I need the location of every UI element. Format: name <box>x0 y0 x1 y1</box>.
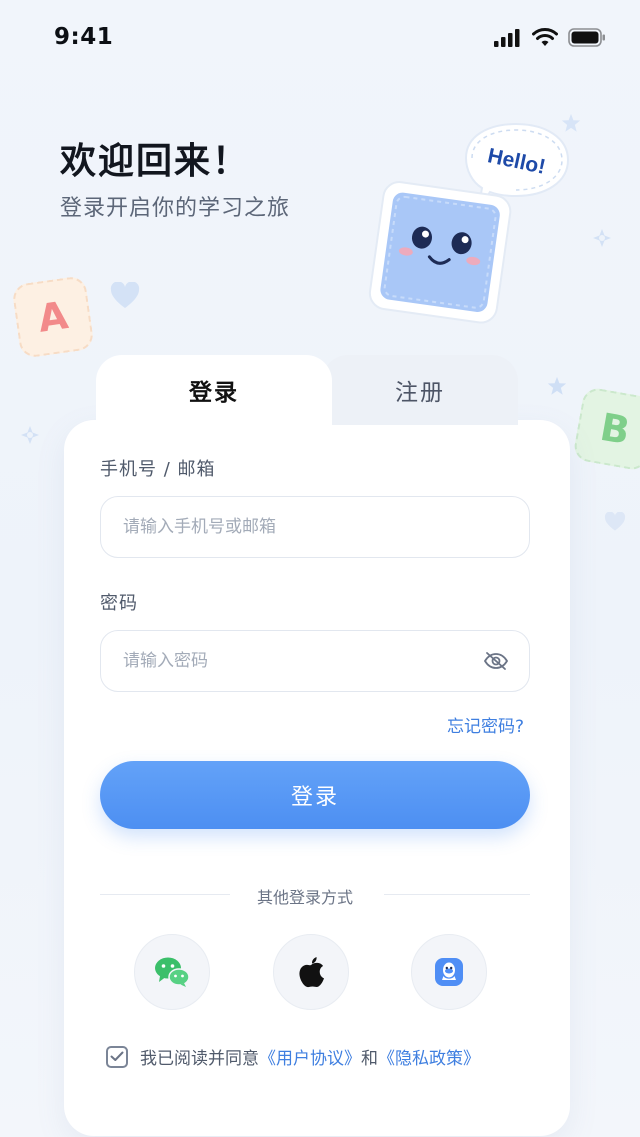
status-bar: 9:41 <box>0 0 640 76</box>
mascot-character <box>368 181 512 324</box>
qq-icon <box>435 958 463 986</box>
other-login-label: 其他登录方式 <box>256 888 353 907</box>
account-input-box <box>100 496 530 558</box>
checkmark-icon <box>110 1051 124 1061</box>
sparkle-icon <box>593 229 611 247</box>
mascot-illustration: Hello! <box>368 122 570 324</box>
eye-off-icon <box>483 652 509 670</box>
qq-login-button[interactable] <box>411 934 487 1010</box>
login-button[interactable]: 登录 <box>100 761 530 829</box>
page-subtitle: 登录开启你的学习之旅 <box>60 196 291 221</box>
toggle-password-visibility-button[interactable] <box>483 651 509 671</box>
apple-login-button[interactable] <box>273 934 349 1010</box>
signal-icon <box>494 28 520 47</box>
sparkle-icon <box>21 426 39 444</box>
letter-b-decoration: B <box>572 386 640 472</box>
wifi-icon <box>532 28 558 46</box>
battery-icon <box>568 28 605 47</box>
wechat-login-button[interactable] <box>134 934 210 1010</box>
tab-login[interactable]: 登录 <box>96 355 332 425</box>
forgot-password-link[interactable]: 忘记密码? <box>447 712 524 737</box>
letter-a-decoration: A <box>11 275 95 359</box>
password-input-box <box>100 630 530 692</box>
privacy-policy-link[interactable]: 《隐私政策》 <box>378 1049 480 1069</box>
account-input[interactable] <box>123 517 509 537</box>
agreement-row: 我已阅读并同意《用户协议》和《隐私政策》 <box>106 1044 480 1069</box>
tab-register[interactable]: 注册 <box>322 355 518 425</box>
heart-icon <box>604 512 626 531</box>
page-title: 欢迎回来！ <box>60 141 251 182</box>
agreement-text: 我已阅读并同意《用户协议》和《隐私政策》 <box>140 1044 480 1069</box>
heart-icon <box>110 282 140 308</box>
agreement-and: 和 <box>361 1049 378 1069</box>
wechat-icon <box>155 957 190 987</box>
apple-icon <box>299 957 324 988</box>
account-field-label: 手机号 / 邮箱 <box>100 459 216 480</box>
agreement-prefix: 我已阅读并同意 <box>140 1049 259 1069</box>
status-time: 9:41 <box>54 24 114 50</box>
user-agreement-link[interactable]: 《用户协议》 <box>259 1049 361 1069</box>
auth-tabs: 注册 登录 <box>96 355 536 425</box>
agreement-checkbox[interactable] <box>106 1045 128 1068</box>
password-input[interactable] <box>123 651 483 671</box>
password-field-label: 密码 <box>100 593 138 614</box>
status-icons <box>494 28 606 47</box>
star-icon <box>547 376 567 395</box>
